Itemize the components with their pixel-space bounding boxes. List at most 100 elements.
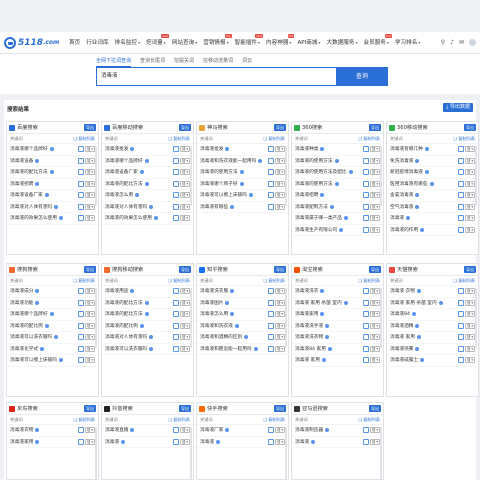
keyword-row[interactable]: 消毒液和酒精的区别 搜 ▾	[197, 332, 288, 344]
info-icon[interactable]	[144, 181, 149, 186]
tag-icon[interactable]	[173, 334, 179, 341]
search-select[interactable]: 搜 ▾	[275, 438, 285, 445]
search-tab[interactable]: 挖移动流量词	[203, 57, 233, 67]
search-select[interactable]: 搜 ▾	[275, 322, 285, 329]
copy-list-button[interactable]: ❏ 复制列表	[73, 136, 95, 142]
tag-icon[interactable]	[268, 334, 274, 341]
keyword-row[interactable]: 消毒液 搜 ▾	[102, 437, 193, 448]
panel-scrollbar[interactable]	[95, 427, 97, 479]
export-button[interactable]: 导出	[84, 405, 96, 412]
tag-icon[interactable]	[173, 215, 179, 222]
search-select[interactable]: 搜 ▾	[275, 157, 285, 164]
keyword-row[interactable]: 消毒液设备厂家 搜 ▾	[102, 167, 193, 179]
copy-list-button[interactable]: ❏ 复制列表	[168, 417, 190, 423]
keyword-row[interactable]: 消毒液洗衣 搜 ▾	[292, 286, 383, 298]
keyword-row[interactable]: 消毒液洗衣服 搜 ▾	[197, 286, 288, 298]
export-button[interactable]: 导出	[179, 405, 191, 412]
tag-icon[interactable]	[363, 180, 369, 187]
info-icon[interactable]	[135, 193, 140, 198]
copy-list-button[interactable]: ❏ 复制列表	[358, 278, 380, 284]
search-select[interactable]: 搜 ▾	[275, 345, 285, 352]
keyword-row[interactable]: 消毒液怎么用 搜 ▾	[197, 309, 288, 321]
tag-icon[interactable]	[268, 192, 274, 199]
info-icon[interactable]	[44, 323, 49, 328]
info-icon[interactable]	[327, 346, 332, 351]
info-icon[interactable]	[44, 193, 49, 198]
nav-item[interactable]: 首页	[66, 32, 83, 54]
export-all-button[interactable]: ⤓ 导出数据	[443, 103, 473, 112]
info-icon[interactable]	[244, 335, 249, 340]
tag-icon[interactable]	[78, 357, 84, 364]
search-button[interactable]: 查询	[336, 67, 388, 86]
search-select[interactable]: 搜 ▾	[85, 169, 95, 176]
panel-scrollbar[interactable]	[285, 288, 287, 348]
info-icon[interactable]	[239, 170, 244, 175]
info-icon[interactable]	[415, 193, 420, 198]
keyword-row[interactable]: 消毒液的使用方法 搜 ▾	[197, 167, 288, 179]
keyword-row[interactable]: 消毒液直播 搜 ▾	[102, 425, 193, 437]
info-icon[interactable]	[139, 323, 144, 328]
tag-icon[interactable]	[458, 299, 464, 306]
keyword-row[interactable]: 消毒液和肥皂能一起用吗 搜 ▾	[197, 344, 288, 355]
keyword-row[interactable]: 消毒液生产有限公司 搜 ▾	[292, 225, 383, 236]
tag-icon[interactable]	[268, 427, 274, 434]
keyword-row[interactable]: 消毒液招聘 搜 ▾	[292, 190, 383, 202]
info-icon[interactable]	[416, 289, 421, 294]
info-icon[interactable]	[329, 204, 334, 209]
info-icon[interactable]	[35, 289, 40, 294]
tag-icon[interactable]	[268, 345, 274, 352]
keyword-row[interactable]: 消毒液洗手液 搜 ▾	[292, 321, 383, 332]
keyword-row[interactable]: 消毒液的配比例 搜 ▾	[7, 321, 98, 332]
info-icon[interactable]	[49, 147, 54, 152]
tag-icon[interactable]	[78, 427, 84, 434]
tag-icon[interactable]	[458, 169, 464, 176]
keyword-row[interactable]: 消毒液对人体有害吗 搜 ▾	[102, 202, 193, 213]
search-select[interactable]: 搜 ▾	[370, 180, 380, 187]
search-select[interactable]: 搜 ▾	[465, 203, 475, 210]
info-icon[interactable]	[54, 335, 59, 340]
nav-item[interactable]: 学习排名▾	[392, 32, 423, 54]
keyword-row[interactable]: 消毒液 家用 杀菌 室内 搜 ▾	[292, 298, 383, 309]
info-icon[interactable]	[130, 147, 135, 152]
keyword-row[interactable]: 消毒液洗衣物 搜 ▾	[292, 332, 383, 344]
keyword-row[interactable]: 消毒液 衣物 搜 ▾	[387, 286, 478, 298]
search-select[interactable]: 搜 ▾	[370, 169, 380, 176]
search-select[interactable]: 搜 ▾	[180, 215, 190, 222]
tag-icon[interactable]	[363, 226, 369, 233]
info-icon[interactable]	[248, 193, 253, 198]
search-select[interactable]: 搜 ▾	[85, 438, 95, 445]
search-input[interactable]: 消毒液	[96, 67, 336, 86]
info-icon[interactable]	[325, 428, 330, 433]
keyword-row[interactable]: 消毒液对人体有害吗 搜 ▾	[7, 202, 98, 213]
tag-icon[interactable]	[78, 288, 84, 295]
tag-icon[interactable]	[363, 427, 369, 434]
info-icon[interactable]	[230, 204, 235, 209]
search-select[interactable]: 搜 ▾	[275, 311, 285, 318]
search-select[interactable]: 搜 ▾	[370, 226, 380, 233]
keyword-row[interactable]: 含氯消毒液 搜 ▾	[387, 190, 478, 202]
tag-icon[interactable]	[458, 288, 464, 295]
keyword-row[interactable]: 消毒液喷雾 搜 ▾	[387, 344, 478, 355]
copy-list-button[interactable]: ❏ 复制列表	[73, 417, 95, 423]
tag-icon[interactable]	[363, 345, 369, 352]
info-icon[interactable]	[35, 158, 40, 163]
keyword-row[interactable]: 消毒液成分 搜 ▾	[7, 286, 98, 298]
search-select[interactable]: 搜 ▾	[465, 180, 475, 187]
info-icon[interactable]	[225, 428, 230, 433]
tag-icon[interactable]	[173, 311, 179, 318]
info-icon[interactable]	[415, 204, 420, 209]
info-icon[interactable]	[343, 300, 348, 305]
search-select[interactable]: 搜 ▾	[180, 146, 190, 153]
keyword-row[interactable]: 消毒液种类 搜 ▾	[292, 144, 383, 156]
tag-icon[interactable]	[458, 215, 464, 222]
tag-icon[interactable]	[363, 322, 369, 329]
search-select[interactable]: 搜 ▾	[180, 334, 190, 341]
search-select[interactable]: 搜 ▾	[370, 288, 380, 295]
info-icon[interactable]	[334, 181, 339, 186]
search-select[interactable]: 搜 ▾	[275, 146, 285, 153]
tag-icon[interactable]	[173, 299, 179, 306]
search-tab[interactable]: 全网下拉词查询	[96, 57, 132, 67]
search-select[interactable]: 搜 ▾	[180, 157, 190, 164]
panel-scrollbar[interactable]	[475, 146, 477, 206]
keyword-row[interactable]: 消毒液 搜 ▾	[197, 437, 288, 448]
